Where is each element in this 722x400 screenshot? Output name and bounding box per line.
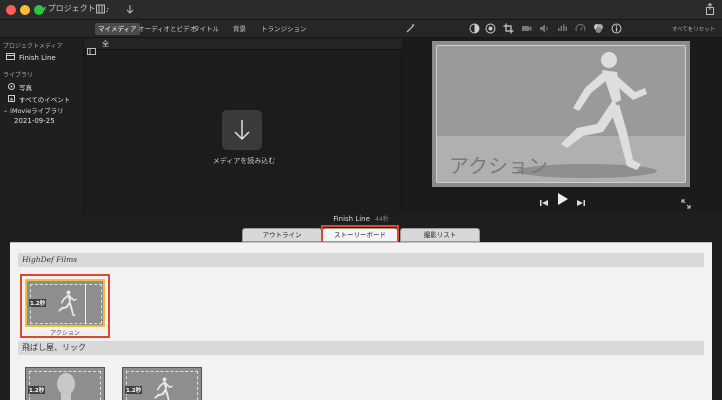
star-icon: ★ bbox=[8, 94, 15, 104]
all-events-label: すべてのイベント bbox=[19, 96, 71, 104]
svg-text:♪: ♪ bbox=[106, 7, 110, 14]
skip-forward-icon bbox=[577, 200, 585, 206]
skip-back-icon bbox=[540, 200, 548, 206]
project-editor: Finish Line 44秒 アウトライン ストーリーボード 撮影リスト Hi… bbox=[0, 212, 722, 400]
clip-duration: 1.2秒 bbox=[28, 386, 46, 394]
sidebar-item-photos[interactable]: 写真 bbox=[8, 82, 32, 92]
info-icon[interactable] bbox=[610, 23, 622, 35]
import-arrow-icon[interactable] bbox=[124, 4, 136, 16]
sidebar-toggle-icon[interactable] bbox=[87, 40, 96, 59]
clip-caption: アクション bbox=[50, 330, 80, 337]
section-header-rick[interactable]: 飛ばし屋、リック bbox=[18, 341, 704, 355]
project-name-label: Finish Line bbox=[19, 53, 56, 62]
tab-outline[interactable]: アウトライン bbox=[242, 228, 322, 242]
runner-thumbnail-icon bbox=[58, 290, 77, 317]
play-icon bbox=[558, 193, 568, 205]
media-filter-dropdown[interactable]: 全 bbox=[102, 39, 109, 49]
project-title: Finish Line bbox=[333, 215, 370, 223]
reset-all-button[interactable]: すべてをリセット bbox=[672, 25, 715, 33]
runner-silhouette-icon bbox=[561, 52, 647, 170]
photos-label: 写真 bbox=[19, 84, 32, 92]
import-media-label: メディアを読み込む bbox=[212, 157, 276, 165]
project-media-header: プロジェクトメディア bbox=[3, 43, 63, 50]
svg-text:✶: ✶ bbox=[411, 23, 415, 29]
clip-placeholder-action-2[interactable]: 1.2秒 bbox=[122, 367, 202, 400]
project-title-bar: Finish Line 44秒 bbox=[0, 214, 722, 223]
share-icon[interactable] bbox=[704, 2, 716, 15]
tab-backgrounds[interactable]: 背景 bbox=[230, 23, 249, 35]
film-music-icon[interactable]: ♪ bbox=[96, 4, 110, 16]
viewer: アクション bbox=[402, 38, 722, 212]
back-label: プロジェクト bbox=[47, 4, 96, 13]
sidebar-item-imovie-library[interactable]: ⌄ iMovieライブラリ bbox=[3, 105, 64, 116]
tab-titles[interactable]: タイトル bbox=[190, 23, 222, 35]
play-button[interactable] bbox=[557, 191, 569, 210]
skip-forward-button[interactable] bbox=[576, 193, 586, 212]
import-media-button[interactable] bbox=[222, 110, 262, 150]
toolbar: マイメディア オーディオとビデオ タイトル 背景 トランジション ✶ すべてをリ… bbox=[0, 20, 722, 38]
media-browser: 全 メディアを読み込む bbox=[84, 38, 402, 212]
back-to-projects-button[interactable]: ‹ プロジェクト bbox=[43, 3, 96, 14]
clip-filter-icon[interactable] bbox=[592, 23, 604, 35]
imovie-library-label: iMovieライブラリ bbox=[10, 107, 64, 115]
disclosure-triangle-icon: ⌄ bbox=[3, 106, 9, 114]
title-bar: ‹ プロジェクト ♪ bbox=[0, 0, 722, 20]
project-duration: 44秒 bbox=[375, 216, 389, 223]
section-header-highdef-films[interactable]: HighDef Films bbox=[18, 253, 704, 267]
minimize-window-button[interactable] bbox=[20, 5, 30, 15]
playhead bbox=[85, 284, 86, 324]
media-browser-header: 全 bbox=[84, 38, 402, 55]
noise-reduction-icon[interactable] bbox=[556, 23, 568, 35]
chevron-left-icon: ‹ bbox=[43, 3, 47, 14]
tab-shot-list[interactable]: 撮影リスト bbox=[400, 228, 480, 242]
preview-frame: アクション bbox=[432, 41, 690, 187]
skip-back-button[interactable] bbox=[539, 193, 549, 212]
runner-thumbnail-icon bbox=[154, 377, 173, 400]
clip-placeholder-closeup[interactable]: 1.2秒 bbox=[25, 367, 105, 400]
volume-icon[interactable] bbox=[538, 23, 550, 35]
sidebar-item-event-date[interactable]: 2021-09-25 bbox=[14, 117, 55, 125]
photos-icon bbox=[8, 82, 15, 92]
libraries-sidebar: プロジェクトメディア Finish Line ライブラリ 写真 ★ すべてのイベ… bbox=[0, 38, 84, 212]
close-window-button[interactable] bbox=[6, 5, 16, 15]
magic-wand-icon[interactable]: ✶ bbox=[404, 23, 416, 35]
color-balance-icon[interactable] bbox=[468, 23, 480, 35]
fullscreen-icon bbox=[681, 199, 691, 209]
download-arrow-icon bbox=[234, 120, 250, 141]
imovie-window: ‹ プロジェクト ♪ マイメディア オーディオとビデオ タイトル 背景 トランジ… bbox=[0, 0, 722, 400]
viewer-title-text: アクション bbox=[449, 154, 548, 178]
sidebar-item-all-events[interactable]: ★ すべてのイベント bbox=[8, 94, 70, 104]
tab-my-media[interactable]: マイメディア bbox=[95, 23, 140, 35]
sidebar-item-project[interactable]: Finish Line bbox=[6, 53, 56, 62]
clip-duration: 1.2秒 bbox=[125, 386, 143, 394]
storyboard-canvas: HighDef Films 1.2秒 アクション 飛ばし屋、リック 1.2秒 1… bbox=[10, 242, 712, 400]
color-correction-icon[interactable] bbox=[484, 23, 496, 35]
library-header: ライブラリ bbox=[3, 72, 34, 79]
clip-placeholder-action[interactable]: 1.2秒 bbox=[25, 279, 105, 327]
stabilization-icon[interactable] bbox=[520, 23, 532, 35]
clip-duration: 1.2秒 bbox=[29, 299, 47, 307]
crop-icon[interactable] bbox=[502, 23, 514, 35]
tab-transitions[interactable]: トランジション bbox=[258, 23, 310, 35]
title-safe-frame: アクション bbox=[436, 45, 686, 183]
person-head-icon bbox=[57, 373, 75, 400]
film-strip-icon bbox=[6, 53, 15, 62]
svg-text:★: ★ bbox=[9, 97, 14, 102]
fullscreen-button[interactable] bbox=[681, 194, 691, 213]
speed-icon[interactable] bbox=[574, 23, 586, 35]
